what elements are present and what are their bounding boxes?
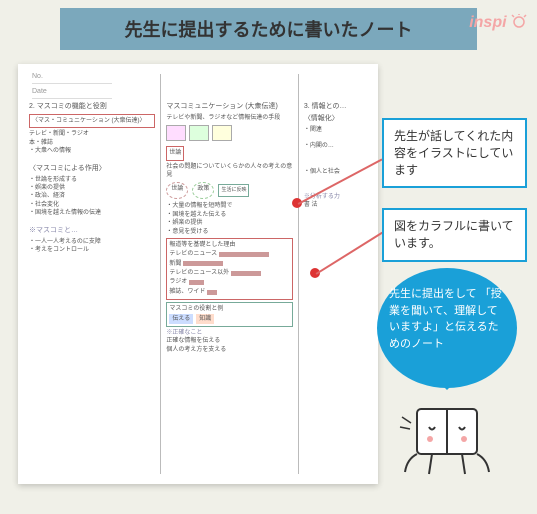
box2: マスコミの役割と例 伝える 知識	[166, 302, 292, 327]
col1-item: ・大衆への情報	[29, 147, 155, 155]
cloud-a: 世論	[166, 182, 188, 199]
nb-no-label: No.	[32, 72, 112, 84]
notebook-image: No. Date 2. マスコミの機能と役割 〈マス・コミュニケーション (大衆…	[18, 64, 378, 484]
col2-heading: マスコミュニケーション (大衆伝達)	[166, 102, 292, 112]
box2-item: 伝える	[169, 314, 193, 324]
chart-title: 報道等を基礎とした理由	[169, 241, 289, 249]
col2-sub1: テレビや新聞、ラジオなど情報伝達の手段	[166, 114, 292, 122]
tag1: 生活に反映	[218, 184, 249, 197]
chart-label: 雑誌、ワイド	[169, 288, 205, 296]
col1-item: ・政治、経済	[29, 192, 155, 200]
title-text: 先生に提出するために書いたノート	[125, 20, 413, 40]
col1-sub-a: 〈マス・コミュニケーション (大衆伝達)〉	[29, 114, 155, 128]
col2-footer: ※正確なこと	[166, 329, 292, 337]
chart-label: ラジオ	[169, 278, 187, 286]
col3-item: 書 法	[304, 201, 367, 209]
col2-footer: 個人の考え方を支える	[166, 346, 292, 354]
mini-house-icon	[189, 125, 209, 141]
notebook-mascot-icon	[397, 399, 497, 494]
col3-sub: 〈情報化〉	[304, 114, 367, 124]
col2-block: 世論	[166, 146, 184, 160]
callout-illustration: 先生が話してくれた内容をイラストにしています	[382, 118, 527, 188]
nb-col2: マスコミュニケーション (大衆伝達) テレビや新聞、ラジオなど情報伝達の手段 世…	[161, 74, 298, 474]
col1-item: 本・雑誌	[29, 139, 155, 147]
col1-item: ・考えをコントロール	[29, 246, 155, 254]
cloud-b: 政策	[192, 182, 214, 199]
box2-item: 知識	[196, 314, 214, 324]
nb-col1: 2. マスコミの機能と役割 〈マス・コミュニケーション (大衆伝達)〉 テレビ・…	[24, 74, 161, 474]
col3-item: ・関連	[304, 126, 367, 134]
chart-label: テレビのニュース	[169, 250, 217, 258]
col2-item: ・国境を越えた伝える	[166, 211, 292, 219]
col1-item: テレビ・新聞・ラジオ	[29, 130, 155, 138]
inspi-logo: inspi	[469, 14, 527, 32]
callout-colorful: 図をカラフルに書いています。	[382, 208, 527, 262]
col2-item: ・大量の情報を短時間で	[166, 202, 292, 210]
col1-item: ・国境を越えた情報の伝達	[29, 209, 155, 217]
chart-label: 新聞	[169, 260, 181, 268]
col2-item: ・意見を受ける	[166, 228, 292, 236]
col2-footer: 正確な情報を伝える	[166, 337, 292, 345]
page-title: 先生に提出するために書いたノート	[60, 8, 477, 50]
col1-item: ・一人一人考えるのに支障	[29, 238, 155, 246]
chart-label: テレビのニュース以外	[169, 269, 229, 277]
bubble-line1: 先生に提出をして	[389, 288, 477, 300]
col1-sub-c: ※マスコミと…	[29, 226, 155, 236]
col2-note1: 社会の問題についていくらかの人々の考えの意見	[166, 163, 292, 180]
col3-item: ・内閣の…	[304, 142, 367, 150]
mini-house-icon	[212, 125, 232, 141]
speech-bubble: 先生に提出をして 「授業を聞いて、理解していますよ」と伝えるためのノート	[377, 268, 517, 388]
nb-date-label: Date	[32, 87, 112, 99]
col2-item: ・娯楽の提供	[166, 219, 292, 227]
col3-heading: 3. 情報との…	[304, 102, 367, 112]
col1-heading: 2. マスコミの機能と役割	[29, 102, 155, 112]
logo-text: inspi	[469, 14, 506, 31]
col1-sub-b: 〈マスコミによる作用〉	[29, 164, 155, 174]
col1-item: ・娯楽の提供	[29, 184, 155, 192]
mini-house-icon	[166, 125, 186, 141]
callout2-text: 図をカラフルに	[394, 219, 478, 233]
col1-item: ・世論を形成する	[29, 176, 155, 184]
chart-box: 報道等を基礎とした理由 テレビのニュース 新聞 テレビのニュース以外 ラジオ 雑…	[166, 238, 292, 300]
col1-item: ・社会変化	[29, 201, 155, 209]
box2-title: マスコミの役割と例	[169, 305, 289, 313]
callout1-text: 先生が話してくれた	[394, 129, 501, 143]
